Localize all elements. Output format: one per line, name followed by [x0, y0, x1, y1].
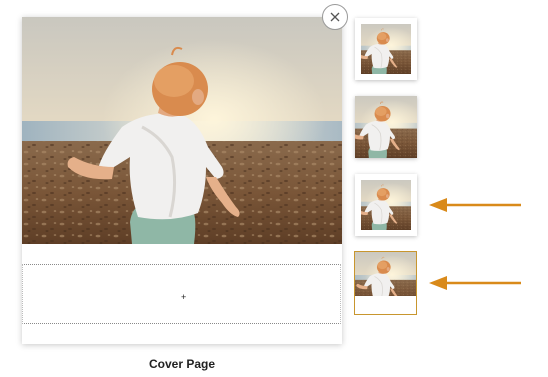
- arrow-left-icon: [429, 276, 521, 290]
- cover-photo[interactable]: [22, 17, 342, 244]
- arrow-left-icon: [429, 198, 521, 212]
- thumbnail-page-2[interactable]: [355, 96, 417, 158]
- thumbnail-page-1[interactable]: [355, 18, 417, 80]
- thumbnail-page-4[interactable]: [354, 251, 417, 315]
- thumbnail-page-3[interactable]: [355, 174, 417, 236]
- close-button[interactable]: [322, 4, 348, 30]
- cover-page-card[interactable]: +: [22, 17, 342, 344]
- text-cursor: +: [181, 292, 187, 302]
- page-label: Cover Page: [148, 357, 216, 371]
- caption-text-box[interactable]: +: [22, 264, 341, 324]
- close-icon: [330, 12, 340, 22]
